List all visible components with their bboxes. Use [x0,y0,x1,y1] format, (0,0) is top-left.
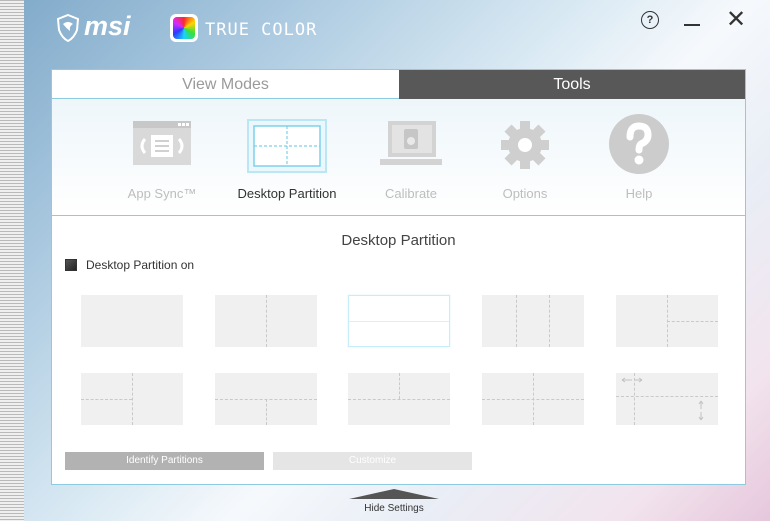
layout-quad[interactable] [482,373,584,425]
layout-top-split[interactable] [348,373,450,425]
true-color-logo-icon [170,14,198,42]
tool-desktop-partition[interactable]: Desktop Partition [232,99,342,215]
background-strip [0,0,24,521]
tool-help[interactable]: Help [584,99,694,215]
tool-label: Options [502,186,548,201]
tab-view-modes[interactable]: View Modes [52,70,399,99]
layout-custom[interactable] [616,373,718,425]
tool-app-sync[interactable]: App Sync™ [107,99,217,215]
checkbox-label: Desktop Partition on [86,258,195,272]
hide-settings-button[interactable]: Hide Settings [339,503,449,514]
tab-tools[interactable]: Tools [399,70,745,99]
main-panel: View Modes Tools App Sync™ Desktop Parti… [51,69,746,485]
tool-label: Calibrate [384,186,438,201]
product-title: TRUE COLOR [205,20,318,40]
tool-options[interactable]: Options [470,99,580,215]
resize-arrows-icon [621,377,704,421]
close-button[interactable]: ✕ [726,8,746,32]
msi-logo-text: msi [84,11,131,41]
tool-label: Help [625,186,653,201]
help-icon [609,114,669,174]
title-bar: msi TRUE COLOR ? ✕ [0,0,770,60]
layout-left-split[interactable] [81,373,183,425]
tool-label: Desktop Partition [237,186,337,201]
desktop-partition-icon [247,119,327,173]
tool-calibrate[interactable]: Calibrate [356,99,466,215]
help-button[interactable]: ? [641,11,659,29]
checkbox[interactable] [65,259,77,271]
app-sync-icon [133,121,191,165]
layout-right-split[interactable] [616,295,718,347]
layout-bottom-split[interactable] [215,373,317,425]
minimize-button[interactable] [684,24,700,26]
gear-icon [501,121,549,169]
tool-label: App Sync™ [127,186,197,201]
calibrate-icon [380,121,442,165]
layout-two-horizontal[interactable] [348,295,450,347]
layout-two-vertical[interactable] [215,295,317,347]
section-title: Desktop Partition [341,232,456,249]
customize-button[interactable]: Customize [273,452,472,470]
layout-three-vertical[interactable] [482,295,584,347]
hide-settings-arrow-icon[interactable] [349,489,439,499]
layout-full[interactable] [81,295,183,347]
tools-toolbar: App Sync™ Desktop Partition Calibrate Op… [52,99,745,216]
msi-dragon-shield-icon [56,14,80,42]
identify-partitions-button[interactable]: Identify Partitions [65,452,264,470]
tab-bar: View Modes Tools [52,70,745,99]
desktop-partition-toggle[interactable]: Desktop Partition on [65,257,194,273]
